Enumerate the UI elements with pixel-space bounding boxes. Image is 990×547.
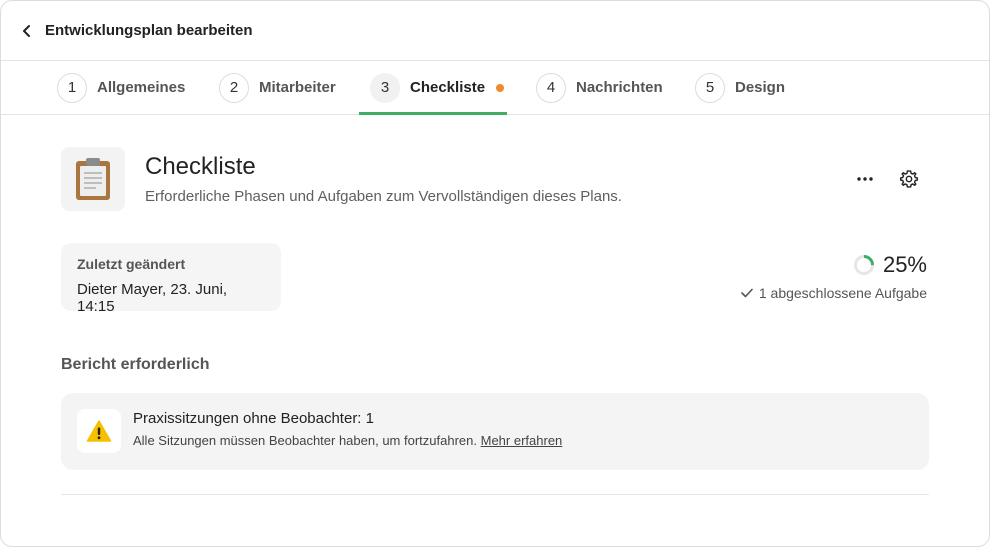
learn-more-link[interactable]: Mehr erfahren <box>481 433 563 448</box>
tab-label: Design <box>735 79 786 96</box>
last-changed-card: Zuletzt geändert Dieter Mayer, 23. Juni,… <box>61 243 281 315</box>
last-changed-label: Zuletzt geändert <box>77 256 186 272</box>
settings-button[interactable] <box>897 167 921 191</box>
more-horizontal-icon <box>857 177 873 181</box>
warning-description: Alle Sitzungen müssen Beobachter haben, … <box>133 433 477 448</box>
tab-number: 4 <box>536 72 566 103</box>
report-heading: Bericht erforderlich <box>61 356 210 373</box>
section-divider <box>61 494 929 495</box>
tab-label: Mitarbeiter <box>259 79 336 96</box>
checkmark-icon <box>741 288 753 298</box>
progress-indicator: 25% <box>853 252 927 278</box>
warning-title: Praxissitzungen ohne Beobachter: 1 <box>133 410 374 427</box>
tab-allgemeines[interactable]: 1 Allgemeines <box>57 61 185 114</box>
warning-description-row: Alle Sitzungen müssen Beobachter haben, … <box>133 433 562 448</box>
tab-checkliste[interactable]: 3 Checkliste <box>370 61 505 114</box>
more-options-button[interactable] <box>853 167 877 191</box>
completed-tasks: 1 abgeschlossene Aufgabe <box>741 285 927 301</box>
tab-label: Checkliste <box>410 79 486 96</box>
gear-icon <box>899 170 919 188</box>
tab-number: 3 <box>370 72 400 103</box>
header-title: Entwicklungsplan bearbeiten <box>45 22 253 39</box>
tab-nachrichten[interactable]: 4 Nachrichten <box>536 61 663 114</box>
tab-label: Allgemeines <box>97 79 186 96</box>
progress-ring-icon <box>853 255 874 275</box>
completed-tasks-text: 1 abgeschlossene Aufgabe <box>758 285 927 301</box>
tab-design[interactable]: 5 Design <box>695 61 785 114</box>
page-title: Checkliste <box>145 153 256 180</box>
last-changed-value: Dieter Mayer, 23. Juni, 14:15 <box>77 281 228 315</box>
progress-percent: 25% <box>882 252 927 277</box>
warning-card: Praxissitzungen ohne Beobachter: 1 Alle … <box>61 393 929 470</box>
checklist-icon-tile <box>61 147 125 211</box>
active-tab-indicator <box>359 112 507 115</box>
edit-plan-dialog: Entwicklungsplan bearbeiten 1 Allgemeine… <box>0 0 990 547</box>
header-bar: Entwicklungsplan bearbeiten <box>1 1 989 61</box>
tab-mitarbeiter[interactable]: 2 Mitarbeiter <box>219 61 336 114</box>
tab-label: Nachrichten <box>576 79 663 96</box>
tab-number: 1 <box>57 72 87 103</box>
unsaved-status-dot <box>496 83 505 92</box>
warning-icon-tile <box>77 409 121 453</box>
chevron-left-icon <box>23 24 30 37</box>
step-tabs: 1 Allgemeines 2 Mitarbeiter 3 Checkliste… <box>1 61 989 115</box>
clipboard-icon <box>76 158 110 200</box>
page-subtitle: Erforderliche Phasen und Aufgaben zum Ve… <box>145 188 622 205</box>
tab-number: 5 <box>695 72 725 103</box>
warning-icon <box>86 420 112 442</box>
tab-number: 2 <box>219 72 249 103</box>
back-button[interactable] <box>17 21 37 41</box>
